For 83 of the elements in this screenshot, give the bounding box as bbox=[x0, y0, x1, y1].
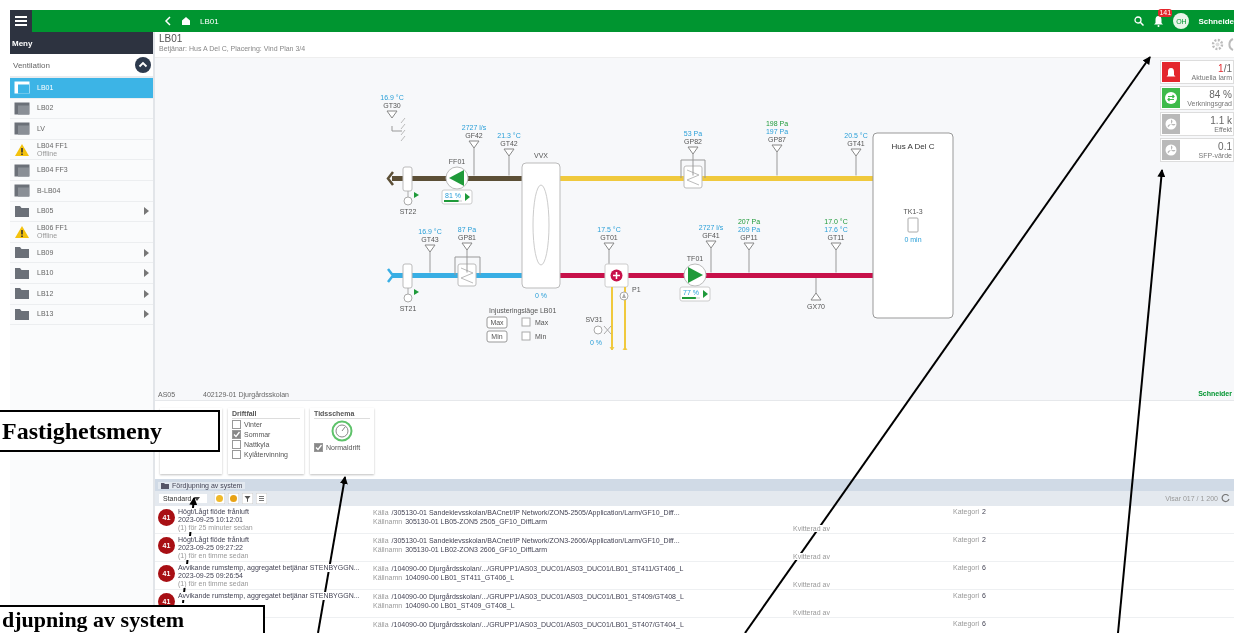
window-icon bbox=[14, 122, 30, 136]
wall-hatch-drawing bbox=[391, 117, 406, 142]
folder-icon bbox=[14, 246, 30, 260]
warning-icon bbox=[14, 224, 30, 239]
back-icon[interactable] bbox=[164, 16, 172, 26]
sensor-symbol bbox=[386, 110, 398, 119]
refresh-icon[interactable] bbox=[1221, 494, 1230, 503]
kpi-value: 84 % bbox=[1209, 88, 1232, 100]
checkbox[interactable] bbox=[521, 331, 531, 341]
sensor-symbol bbox=[743, 242, 755, 273]
callout-label: Fastighetsmeny bbox=[0, 410, 220, 452]
checkbox[interactable] bbox=[314, 443, 323, 452]
chevron-icon bbox=[144, 269, 149, 278]
chevron-icon bbox=[144, 248, 149, 257]
section-label: Ventilation bbox=[13, 60, 50, 70]
caret-icon bbox=[194, 496, 201, 501]
switch-icon bbox=[907, 217, 919, 233]
collapse-icon[interactable] bbox=[135, 57, 151, 73]
section-header[interactable]: Ventilation bbox=[10, 54, 153, 78]
folder-icon bbox=[14, 307, 30, 321]
sensor-symbol bbox=[503, 148, 515, 176]
bell-icon bbox=[1162, 62, 1180, 82]
pressure-sensor-symbol bbox=[810, 277, 822, 301]
kpi-value: 0.1 bbox=[1218, 140, 1232, 152]
sensor-symbol bbox=[850, 148, 862, 176]
zone-name: Hus A Del C bbox=[891, 142, 935, 151]
heater-symbol bbox=[604, 263, 629, 288]
search-icon[interactable] bbox=[1134, 16, 1145, 26]
filter-symbol bbox=[680, 159, 706, 189]
kpi-value: 1.1 k bbox=[1210, 114, 1232, 126]
callout-label: djupning av system bbox=[0, 605, 265, 633]
window-icon bbox=[14, 163, 30, 177]
checkbox[interactable] bbox=[232, 440, 241, 449]
chevron-icon bbox=[144, 289, 149, 298]
fan-symbol bbox=[683, 263, 707, 287]
window-icon bbox=[14, 184, 30, 198]
bell-icon[interactable] bbox=[1153, 15, 1165, 27]
filter-icon[interactable] bbox=[242, 493, 253, 504]
sensor-symbol bbox=[771, 144, 783, 176]
direction-icon bbox=[465, 193, 470, 201]
direction-icon bbox=[703, 290, 708, 298]
brand-logo: Schneide bbox=[1198, 16, 1234, 26]
checkbox[interactable] bbox=[232, 420, 241, 429]
list-icon[interactable] bbox=[256, 493, 267, 504]
pump-symbol bbox=[619, 291, 629, 301]
sensor-symbol bbox=[461, 242, 473, 273]
folder-icon bbox=[161, 481, 170, 489]
fan-icon bbox=[1162, 140, 1180, 160]
fan-icon bbox=[1162, 114, 1180, 134]
filter-symbol bbox=[454, 256, 481, 287]
folder-icon bbox=[14, 204, 30, 218]
breadcrumb-link[interactable]: LB01 bbox=[200, 16, 219, 26]
alarm-icon[interactable] bbox=[214, 493, 225, 504]
swap-icon bbox=[1162, 88, 1180, 108]
chevron-icon bbox=[144, 207, 149, 216]
kpi-value: 1/1 bbox=[1218, 62, 1232, 74]
checkbox[interactable] bbox=[232, 450, 241, 459]
sensor-symbol bbox=[424, 244, 436, 273]
chevron-icon bbox=[144, 310, 149, 319]
sensor-symbol bbox=[830, 242, 842, 273]
checkbox[interactable] bbox=[521, 317, 531, 327]
valve-symbol bbox=[593, 325, 612, 335]
fan-symbol bbox=[445, 166, 469, 190]
menu-button[interactable] bbox=[10, 10, 32, 32]
clock-icon[interactable] bbox=[331, 420, 353, 442]
menu-icon bbox=[15, 16, 27, 26]
checkbox[interactable] bbox=[232, 430, 241, 439]
warning-icon bbox=[14, 142, 30, 157]
folder-icon bbox=[14, 266, 30, 280]
sensor-symbol bbox=[687, 146, 699, 176]
sensor-symbol bbox=[468, 140, 480, 176]
page-title: LB01 bbox=[159, 33, 184, 45]
heating-pipe-drawing bbox=[609, 286, 628, 351]
window-icon bbox=[14, 81, 30, 95]
menu-title: Meny bbox=[12, 38, 33, 48]
damper-symbol bbox=[403, 287, 419, 303]
folder-icon bbox=[14, 287, 30, 301]
window-icon bbox=[14, 101, 30, 115]
filter bbox=[402, 166, 413, 192]
filter bbox=[402, 263, 413, 289]
home-icon[interactable] bbox=[181, 16, 191, 26]
sensor-symbol bbox=[705, 240, 717, 273]
damper-symbol bbox=[403, 190, 419, 206]
